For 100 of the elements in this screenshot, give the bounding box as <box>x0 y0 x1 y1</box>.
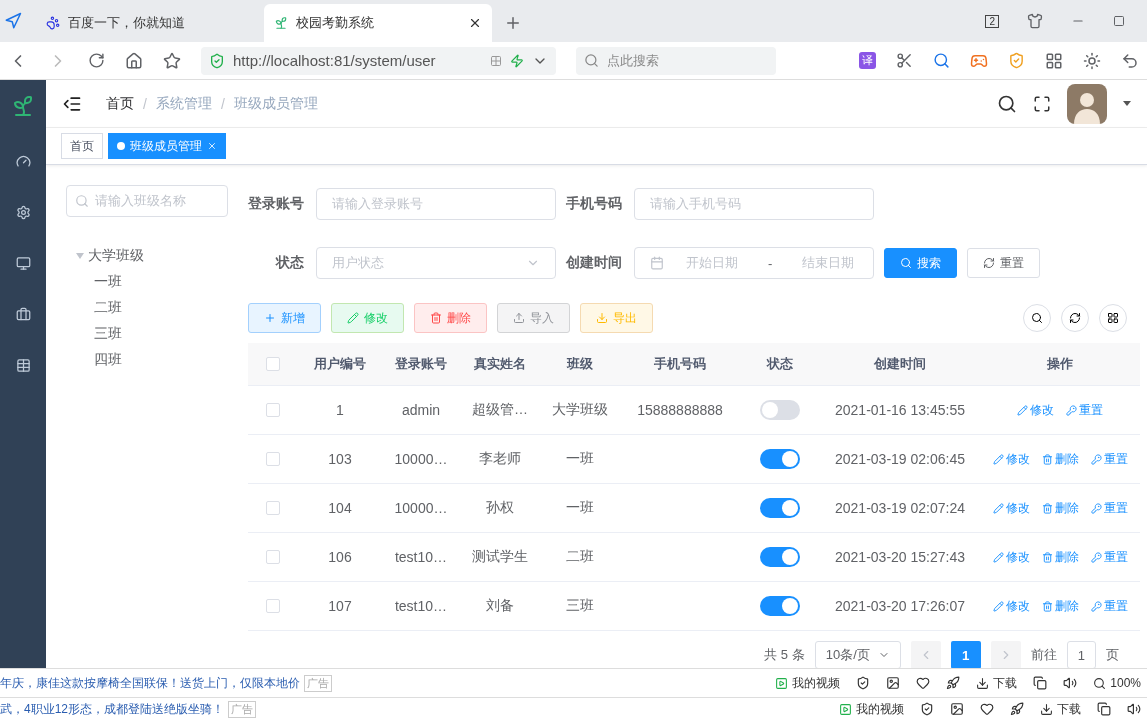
status-select[interactable]: 用户状态 <box>316 247 556 279</box>
page-tag[interactable]: 班级成员管理 <box>108 133 226 159</box>
home-icon[interactable] <box>125 51 143 70</box>
dashboard-icon[interactable] <box>15 154 31 169</box>
refresh-button[interactable] <box>1061 304 1089 332</box>
volume-icon[interactable] <box>1063 676 1078 690</box>
new-tab-icon[interactable] <box>504 14 522 32</box>
checkbox[interactable] <box>266 501 280 515</box>
tree-node[interactable]: 四班 <box>94 351 122 369</box>
rocket-icon[interactable] <box>946 676 961 690</box>
action-link[interactable]: 修改 <box>992 450 1030 468</box>
checkbox[interactable] <box>266 403 280 417</box>
total-count: 共 5 条 <box>764 646 805 664</box>
date-range-picker[interactable]: 开始日期 - 结束日期 <box>634 247 874 279</box>
search-toggle-button[interactable] <box>1023 304 1051 332</box>
tree-node[interactable]: 二班 <box>94 299 122 317</box>
search-icon[interactable] <box>997 93 1017 114</box>
action-link[interactable]: 删除 <box>1041 597 1079 615</box>
action-link[interactable]: 重置 <box>1090 597 1128 615</box>
close-icon[interactable] <box>468 16 482 30</box>
table-icon[interactable] <box>15 358 31 373</box>
status-switch[interactable] <box>760 547 800 567</box>
status-switch[interactable] <box>760 400 800 420</box>
tree-node[interactable]: 大学班级 <box>88 247 144 265</box>
fullscreen-icon[interactable] <box>1033 94 1051 113</box>
action-link[interactable]: 重置 <box>1066 401 1103 419</box>
toolbar-button[interactable]: 修改 <box>331 303 404 333</box>
checkbox[interactable] <box>266 452 280 466</box>
scissors-icon[interactable] <box>896 52 913 69</box>
volume-icon[interactable] <box>1127 702 1141 716</box>
caret-icon[interactable] <box>1123 101 1131 106</box>
action-link[interactable]: 删除 <box>1041 499 1079 517</box>
action-link[interactable]: 重置 <box>1090 499 1128 517</box>
maximize-icon[interactable] <box>1113 15 1125 27</box>
key-icon <box>1090 453 1102 465</box>
avatar[interactable] <box>1067 83 1107 124</box>
tab-count-badge[interactable]: 2 <box>985 14 999 28</box>
address-bar[interactable]: http://localhost:81/system/user <box>201 46 556 75</box>
toolbar-button[interactable]: 导入 <box>497 303 570 333</box>
news-link[interactable]: 年庆，康佳这款按摩椅全国联保！送货上门，仅限本地价 <box>0 674 300 692</box>
briefcase-icon[interactable] <box>15 307 31 322</box>
toolbar-button[interactable]: 删除 <box>414 303 487 333</box>
action-link[interactable]: 删除 <box>1041 548 1079 566</box>
class-search-field[interactable]: 请输入班级名称 <box>66 185 228 217</box>
video-button[interactable]: 我的视频 <box>775 674 841 692</box>
download-button[interactable]: 下载 <box>976 674 1018 692</box>
text-input[interactable]: 请输入手机号码 <box>634 188 874 220</box>
page-button[interactable]: 1 <box>950 641 981 669</box>
tree-node[interactable]: 一班 <box>94 273 122 291</box>
action-link[interactable]: 修改 <box>992 499 1030 517</box>
action-link[interactable]: 删除 <box>1041 450 1079 468</box>
image-icon[interactable] <box>950 702 964 716</box>
breadcrumb-item[interactable]: 系统管理 <box>155 94 212 113</box>
zoom-button[interactable]: 100% <box>1093 676 1141 690</box>
download-button[interactable]: 下载 <box>1040 700 1081 718</box>
news-link[interactable]: 武，4职业12形态，成都登陆送绝版坐骑！ <box>0 700 225 718</box>
breadcrumb-item[interactable]: 首页 <box>106 94 134 113</box>
browser-tab[interactable]: 百度一下，你就知道 <box>36 4 264 42</box>
status-switch[interactable] <box>760 449 800 469</box>
action-link[interactable]: 修改 <box>992 548 1030 566</box>
ad-tag: 广告 <box>304 674 332 692</box>
tree-node[interactable]: 三班 <box>94 325 122 343</box>
image-icon[interactable] <box>886 676 901 690</box>
reload-icon[interactable] <box>88 52 105 69</box>
action-link[interactable]: 修改 <box>992 597 1030 615</box>
status-switch[interactable] <box>760 498 800 518</box>
shirt-icon[interactable] <box>1027 13 1043 29</box>
star-icon[interactable] <box>163 51 181 70</box>
settings-icon[interactable] <box>15 205 31 220</box>
action-link[interactable]: 重置 <box>1090 548 1128 566</box>
shield-icon[interactable] <box>856 676 871 690</box>
page-tag[interactable]: 首页 <box>61 133 103 159</box>
toolbar-button[interactable]: 新增 <box>248 303 321 333</box>
browser-search-field[interactable]: 点此搜索 <box>576 46 776 75</box>
copy-icon[interactable] <box>1097 702 1111 716</box>
search-button[interactable]: 搜索 <box>884 248 957 278</box>
checkbox[interactable] <box>266 357 280 371</box>
translate-button[interactable]: 译 <box>859 52 876 69</box>
text-input[interactable]: 请输入登录账号 <box>316 188 556 220</box>
video-button[interactable]: 我的视频 <box>839 700 904 718</box>
checkbox[interactable] <box>266 599 280 613</box>
apps-icon[interactable] <box>1045 51 1063 70</box>
copy-icon[interactable] <box>1033 676 1048 690</box>
status-switch[interactable] <box>760 596 800 616</box>
shield-icon[interactable] <box>920 702 934 716</box>
heart-icon[interactable] <box>916 676 931 690</box>
rocket-icon[interactable] <box>1010 702 1024 716</box>
close-icon <box>207 141 217 151</box>
undo-icon[interactable] <box>1121 51 1139 70</box>
action-link[interactable]: 重置 <box>1090 450 1128 468</box>
monitor-icon[interactable] <box>15 256 31 271</box>
action-link[interactable]: 修改 <box>1017 401 1054 419</box>
sun-icon[interactable] <box>1083 51 1101 70</box>
plus-icon <box>264 312 276 324</box>
page-suffix: 页 <box>1106 646 1119 664</box>
browser-tab[interactable]: 校园考勤系统 <box>264 4 492 42</box>
columns-button[interactable] <box>1099 304 1127 332</box>
heart-icon[interactable] <box>980 702 994 716</box>
reset-button[interactable]: 重置 <box>967 248 1040 278</box>
checkbox[interactable] <box>266 550 280 564</box>
